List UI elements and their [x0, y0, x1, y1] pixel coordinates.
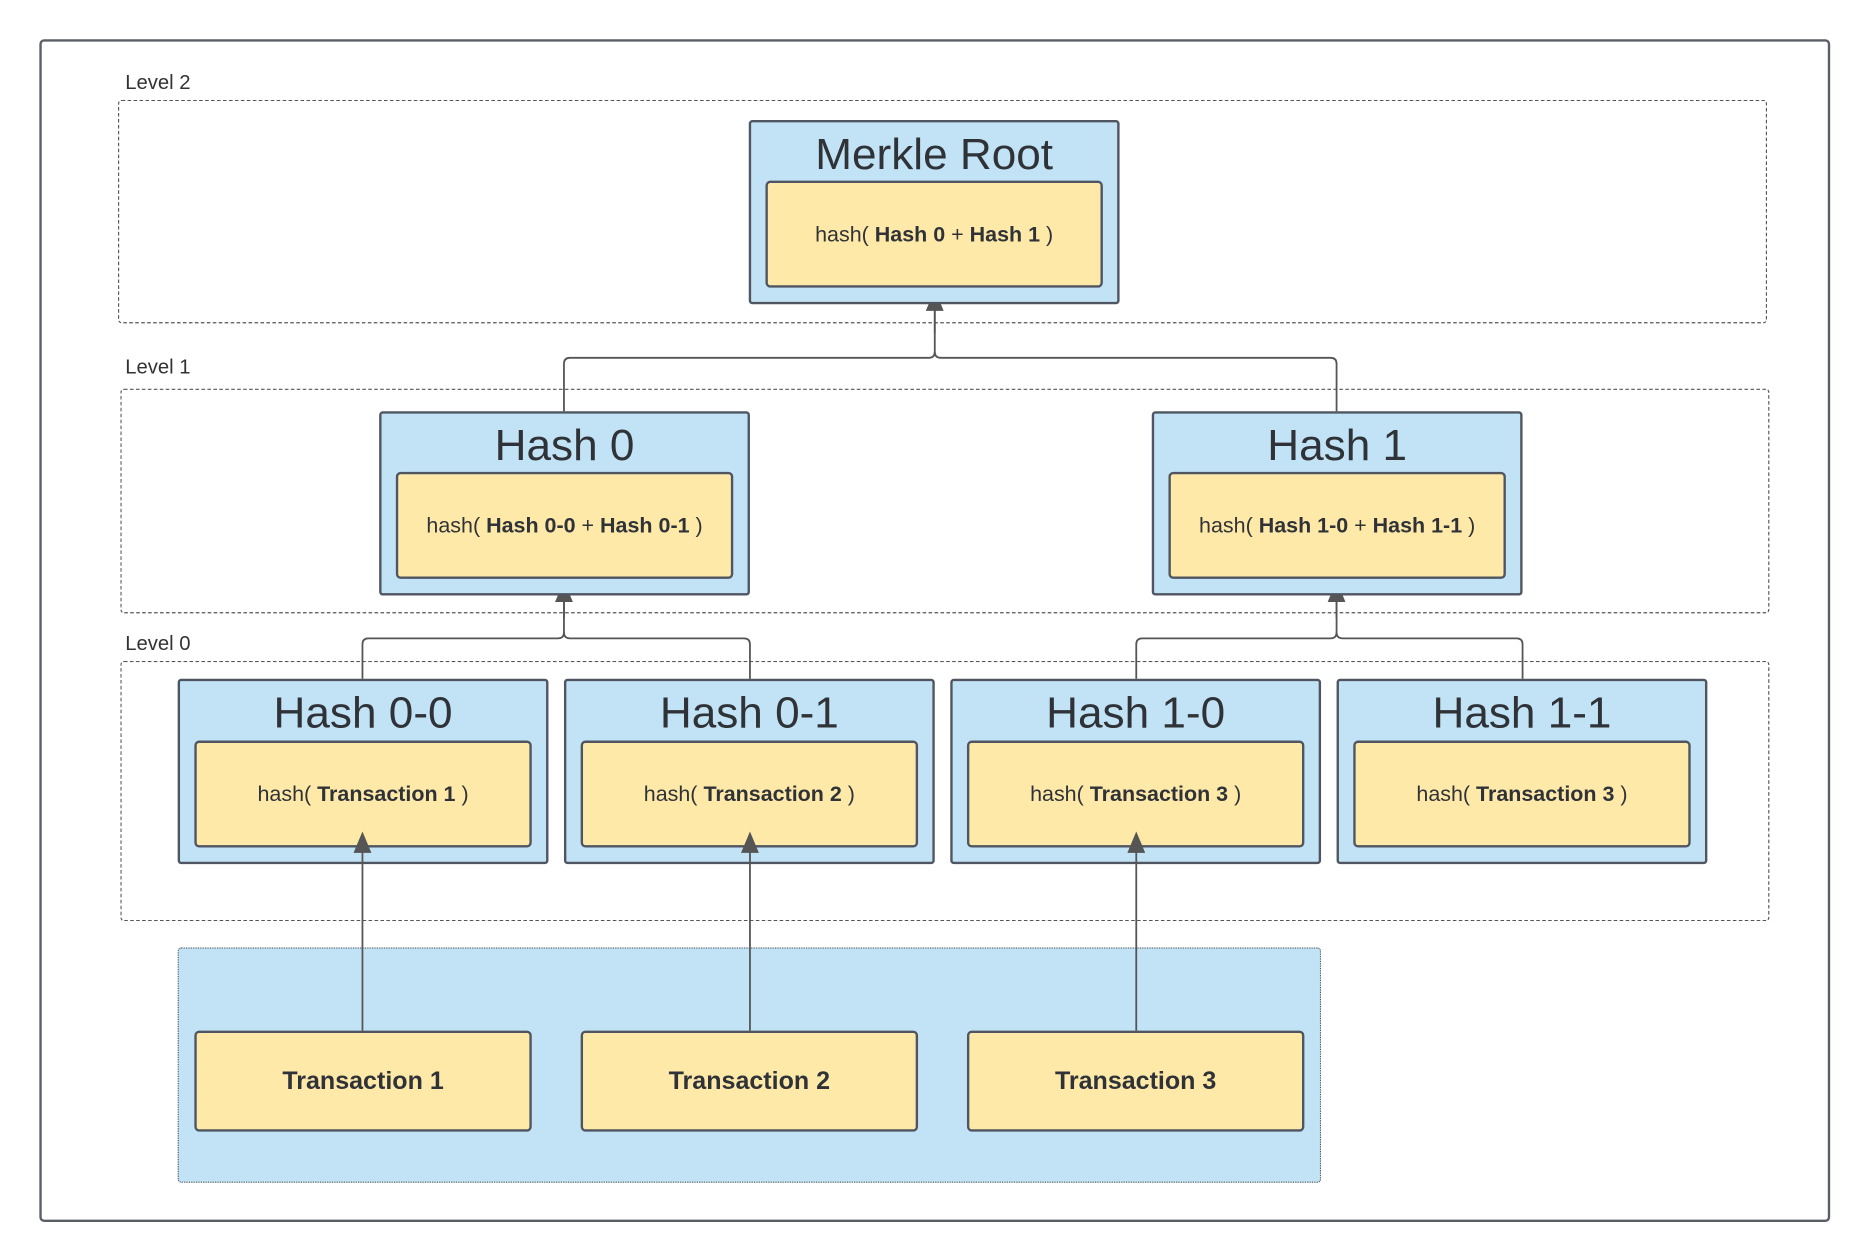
transaction-arrows	[353, 831, 1146, 1031]
merkle-tree-diagram: Level 2 Merkle Root hash( Hash 0 + Hash …	[0, 0, 1860, 1260]
